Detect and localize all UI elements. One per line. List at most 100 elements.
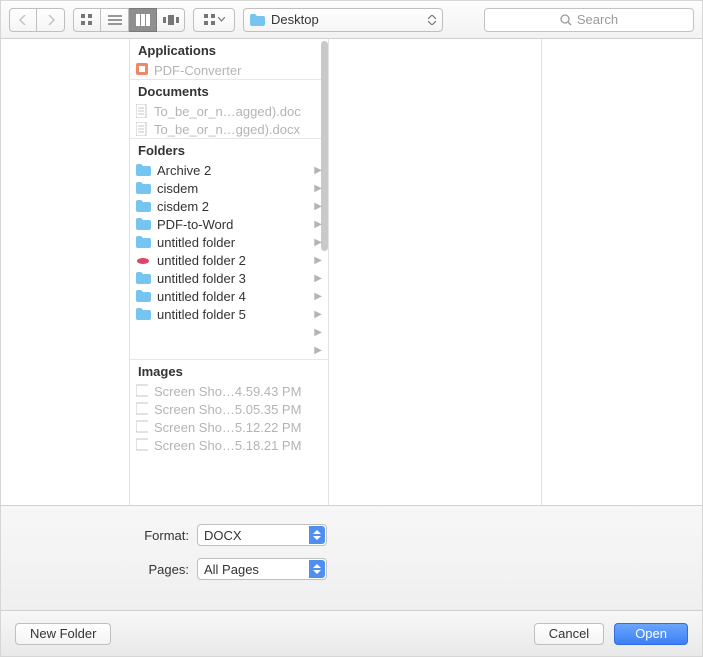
file-browser: Applications PDF-ConverterDocuments To_be_… — [1, 39, 702, 505]
list-item[interactable]: Archive 2▶ — [130, 161, 328, 179]
group-header: Applications — [130, 39, 328, 61]
chevron-right-icon: ▶ — [314, 345, 322, 356]
grid-icon — [81, 14, 93, 26]
columns-icon — [136, 14, 150, 26]
chevron-right-icon: ▶ — [314, 255, 322, 266]
chevron-right-icon: ▶ — [314, 237, 322, 248]
item-label: untitled folder 2 — [157, 253, 322, 268]
pages-select[interactable]: All Pages — [197, 558, 327, 580]
list-item[interactable]: cisdem▶ — [130, 179, 328, 197]
open-button[interactable]: Open — [614, 623, 688, 645]
open-label: Open — [635, 626, 667, 641]
file-column[interactable]: Applications PDF-ConverterDocuments To_be_… — [129, 39, 329, 505]
chevron-right-icon: ▶ — [314, 183, 322, 194]
sidebar-placeholder — [1, 39, 129, 505]
stepper-icon — [309, 526, 325, 544]
folder-icon — [136, 200, 151, 212]
arrange-button[interactable] — [193, 8, 235, 32]
folder-icon — [136, 236, 151, 248]
chevron-right-icon: ▶ — [314, 219, 322, 230]
group-header: Folders — [130, 138, 328, 161]
list-item[interactable]: PDF-Converter — [130, 61, 328, 79]
item-label: untitled folder 4 — [157, 289, 322, 304]
chevron-right-icon: ▶ — [314, 165, 322, 176]
location-popup[interactable]: Desktop — [243, 8, 443, 32]
search-icon — [560, 14, 572, 26]
search-field[interactable]: Search — [484, 8, 694, 32]
item-label: untitled folder 5 — [157, 307, 322, 322]
list-item[interactable]: cisdem 2▶ — [130, 197, 328, 215]
format-select[interactable]: DOCX — [197, 524, 327, 546]
coverflow-icon — [163, 15, 179, 25]
location-label: Desktop — [271, 12, 319, 27]
open-dialog: Desktop Search Applications PDF-Converter… — [0, 0, 703, 657]
view-segment — [73, 8, 185, 32]
chevron-right-icon: ▶ — [314, 309, 322, 320]
folder-icon — [136, 308, 151, 320]
item-label: To_be_or_n…agged).doc — [154, 104, 322, 119]
list-item[interactable]: Screen Sho…4.59.43 PM — [130, 382, 328, 400]
pages-label: Pages: — [1, 562, 189, 577]
nav-segment — [9, 8, 65, 32]
doc-icon — [136, 104, 148, 118]
updown-icon — [428, 15, 436, 25]
list-view-button[interactable] — [101, 8, 129, 32]
toolbar: Desktop Search — [1, 1, 702, 39]
format-value: DOCX — [204, 528, 242, 543]
list-item[interactable]: To_be_or_n…agged).doc — [130, 102, 328, 120]
item-label: Screen Sho…5.18.21 PM — [154, 438, 322, 453]
list-icon — [108, 15, 122, 25]
chevron-right-icon: ▶ — [314, 273, 322, 284]
item-label: untitled folder — [157, 235, 322, 250]
list-item[interactable]: Screen Sho…5.18.21 PM — [130, 436, 328, 454]
item-label: PDF-Converter — [154, 63, 322, 78]
folder-alt-icon — [136, 254, 151, 266]
list-item[interactable]: untitled folder 5▶ — [130, 305, 328, 323]
cancel-label: Cancel — [549, 626, 589, 641]
back-button[interactable] — [9, 8, 37, 32]
img-icon — [136, 438, 148, 452]
chevron-right-icon: ▶ — [314, 291, 322, 302]
format-label: Format: — [1, 528, 189, 543]
item-label: Archive 2 — [157, 163, 322, 178]
folder-icon — [136, 218, 151, 230]
forward-button[interactable] — [37, 8, 65, 32]
list-item[interactable]: PDF-to-Word▶ — [130, 215, 328, 233]
list-item[interactable]: untitled folder 2▶ — [130, 251, 328, 269]
group-header: Documents — [130, 79, 328, 102]
list-item[interactable]: Screen Sho…5.12.22 PM — [130, 418, 328, 436]
column-view-button[interactable] — [129, 8, 157, 32]
list-item[interactable]: Screen Sho…5.05.35 PM — [130, 400, 328, 418]
item-label: cisdem 2 — [157, 199, 322, 214]
new-folder-button[interactable]: New Folder — [15, 623, 111, 645]
chevron-right-icon: ▶ — [314, 201, 322, 212]
search-placeholder: Search — [577, 12, 618, 27]
icon-view-button[interactable] — [73, 8, 101, 32]
item-label: Screen Sho…5.12.22 PM — [154, 420, 322, 435]
list-item[interactable]: ▶ — [130, 323, 328, 341]
bottom-bar: New Folder Cancel Open — [1, 610, 702, 656]
list-item[interactable]: To_be_or_n…gged).docx — [130, 120, 328, 138]
none-icon — [136, 325, 151, 340]
none-icon — [136, 343, 151, 358]
doc-icon — [136, 122, 148, 136]
chevron-left-icon — [19, 15, 27, 25]
list-item[interactable]: untitled folder▶ — [130, 233, 328, 251]
item-label: cisdem — [157, 181, 322, 196]
img-icon — [136, 384, 148, 398]
item-label: PDF-to-Word — [157, 217, 322, 232]
list-item[interactable]: untitled folder 3▶ — [130, 269, 328, 287]
group-header: Images — [130, 359, 328, 382]
stepper-icon — [309, 560, 325, 578]
item-label: Screen Sho…4.59.43 PM — [154, 384, 322, 399]
list-item[interactable]: ▶ — [130, 341, 328, 359]
options-panel: Format: DOCX Pages: All Pages — [1, 505, 702, 610]
folder-icon — [136, 290, 151, 302]
cancel-button[interactable]: Cancel — [534, 623, 604, 645]
grid-small-icon — [204, 14, 216, 26]
coverflow-view-button[interactable] — [157, 8, 185, 32]
list-item[interactable]: untitled folder 4▶ — [130, 287, 328, 305]
item-label: To_be_or_n…gged).docx — [154, 122, 322, 137]
item-label: Screen Sho…5.05.35 PM — [154, 402, 322, 417]
app-icon — [136, 63, 148, 77]
